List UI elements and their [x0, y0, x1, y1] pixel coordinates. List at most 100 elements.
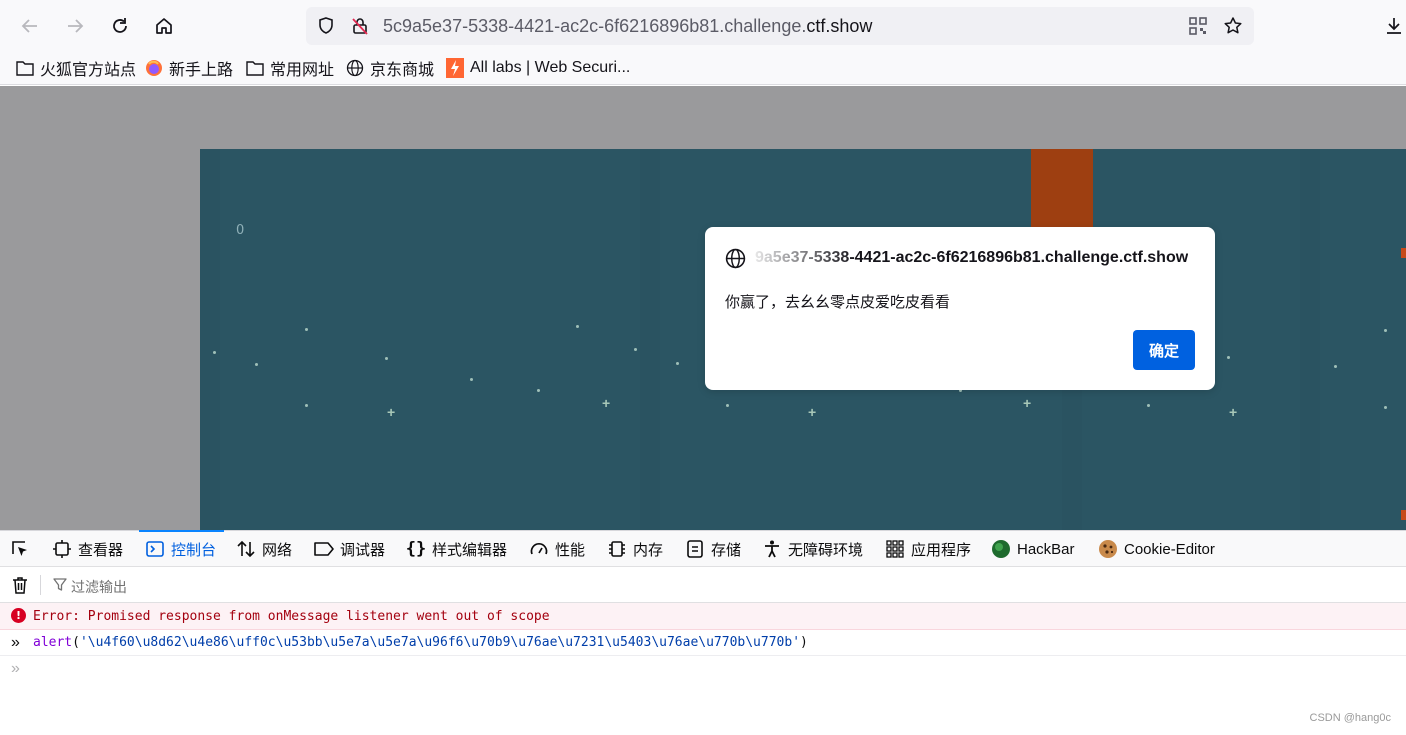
console-input[interactable]: » — [0, 656, 1406, 686]
tab-application[interactable]: 应用程序 — [885, 531, 971, 567]
qr-code-icon[interactable] — [1188, 16, 1208, 36]
bookmark-common-sites[interactable]: 常用网址 — [246, 57, 334, 79]
console-icon — [145, 539, 165, 559]
console-command: alert('\u4f60\u8d62\u4e86\uff0c\u53bb\u5… — [33, 635, 808, 650]
reload-button[interactable] — [104, 10, 136, 42]
bookmark-label: All labs | Web Securi... — [470, 59, 631, 76]
command-argument: '\u4f60\u8d62\u4e86\uff0c\u53bb\u5e7a\u5… — [79, 635, 801, 650]
filter-output-input[interactable]: 过滤输出 — [71, 577, 127, 597]
element-picker-button[interactable] — [10, 531, 36, 567]
console-command-row: » alert('\u4f60\u8d62\u4e86\uff0c\u53bb\… — [0, 630, 1406, 656]
insecure-lock-icon[interactable] — [350, 16, 370, 36]
firefox-icon — [145, 59, 163, 77]
accessibility-icon — [762, 539, 782, 559]
alert-dialog: 9a5e37-5338-4421-ac2c-6f6216896b81.chall… — [705, 227, 1215, 390]
arrow-left-icon — [21, 19, 37, 33]
bookmark-star-icon[interactable] — [1223, 16, 1243, 36]
download-icon — [1387, 18, 1401, 34]
sparkle: + — [1023, 395, 1032, 411]
star — [385, 357, 388, 360]
hackbar-icon — [991, 539, 1011, 559]
tab-style-editor[interactable]: {} 样式编辑器 — [406, 531, 507, 567]
star — [305, 328, 308, 331]
sparkle: + — [808, 404, 817, 420]
devtools-toolbar: 查看器 控制台 网络 调试器 {} 样式编辑器 性能 内存 存储 无障碍环境 应… — [0, 530, 1406, 567]
trash-icon[interactable] — [10, 575, 30, 595]
memory-icon — [607, 539, 627, 559]
storage-icon — [685, 539, 705, 559]
sparkle: + — [1229, 404, 1238, 420]
filter-icon — [53, 578, 67, 591]
tab-label: HackBar — [1017, 540, 1075, 558]
bookmark-label: 京东商城 — [370, 62, 435, 79]
command-function: alert — [33, 635, 73, 650]
debugger-icon — [314, 539, 334, 559]
arrow-right-icon — [68, 19, 84, 33]
tab-debugger[interactable]: 调试器 — [314, 531, 385, 567]
background-band — [200, 149, 220, 530]
prompt-chevron-icon: » — [11, 660, 20, 677]
tab-label: 性能 — [555, 541, 586, 559]
bookmark-jd[interactable]: 京东商城 — [346, 57, 434, 79]
tab-memory[interactable]: 内存 — [607, 531, 663, 567]
sparkle: + — [602, 395, 611, 411]
inspector-icon — [52, 539, 72, 559]
star — [537, 389, 540, 392]
application-icon — [885, 539, 905, 559]
tab-performance[interactable]: 性能 — [529, 531, 585, 567]
reload-icon — [113, 18, 127, 33]
bookmark-portswigger-labs[interactable]: All labs | Web Securi... — [446, 57, 630, 79]
sparkle: + — [387, 404, 396, 420]
tab-label: Cookie-Editor — [1124, 540, 1215, 558]
tab-label: 应用程序 — [911, 541, 972, 559]
back-button[interactable] — [14, 10, 46, 42]
tab-label: 控制台 — [171, 541, 217, 559]
folder-icon — [246, 59, 264, 77]
console-filter-bar: 过滤输出 — [0, 567, 1406, 603]
bookmark-label: 火狐官方站点 — [40, 62, 137, 79]
url-bar[interactable]: 5c9a5e37-5338-4421-ac2c-6f6216896b81.cha… — [306, 7, 1254, 45]
tab-network[interactable]: 网络 — [236, 531, 292, 567]
pipe-obstacle — [1031, 149, 1093, 227]
star — [676, 362, 679, 365]
home-button[interactable] — [148, 10, 180, 42]
star — [213, 351, 216, 354]
tab-hackbar[interactable]: HackBar — [991, 531, 1075, 567]
home-icon — [156, 18, 172, 34]
forward-button[interactable] — [59, 10, 91, 42]
style-editor-icon: {} — [405, 539, 427, 559]
downloads-button[interactable] — [1378, 10, 1406, 42]
divider — [40, 575, 41, 595]
tab-storage[interactable]: 存储 — [685, 531, 741, 567]
globe-icon — [346, 59, 364, 77]
tab-label: 存储 — [711, 541, 742, 559]
background-band — [640, 149, 660, 530]
star — [1384, 406, 1387, 409]
url-domain: ctf.show — [806, 16, 873, 36]
bookmark-getting-started[interactable]: 新手上路 — [145, 57, 233, 79]
tab-cookie-editor[interactable]: Cookie-Editor — [1098, 531, 1215, 567]
tab-console[interactable]: 控制台 — [138, 530, 225, 567]
command-open-paren: ( — [72, 635, 80, 650]
error-icon: ! — [11, 608, 26, 623]
star — [726, 404, 729, 407]
cookie-icon — [1098, 539, 1118, 559]
tab-label: 网络 — [262, 541, 293, 559]
tab-inspector[interactable]: 查看器 — [52, 531, 123, 567]
tab-label: 内存 — [633, 541, 664, 559]
folder-icon — [16, 59, 34, 77]
tab-label: 查看器 — [78, 541, 124, 559]
star — [634, 348, 637, 351]
bookmark-firefox-official[interactable]: 火狐官方站点 — [16, 57, 136, 79]
shield-icon[interactable] — [316, 16, 336, 36]
bookmark-label: 常用网址 — [270, 62, 335, 79]
dialog-ok-button[interactable]: 确定 — [1133, 330, 1195, 370]
star — [255, 363, 258, 366]
url-text[interactable]: 5c9a5e37-5338-4421-ac2c-6f6216896b81.cha… — [383, 16, 872, 37]
star — [470, 378, 473, 381]
tab-accessibility[interactable]: 无障碍环境 — [762, 531, 863, 567]
tab-label: 无障碍环境 — [788, 541, 864, 559]
score-counter: 0 — [236, 223, 245, 238]
element-picker-icon — [10, 539, 30, 559]
star — [1334, 365, 1337, 368]
